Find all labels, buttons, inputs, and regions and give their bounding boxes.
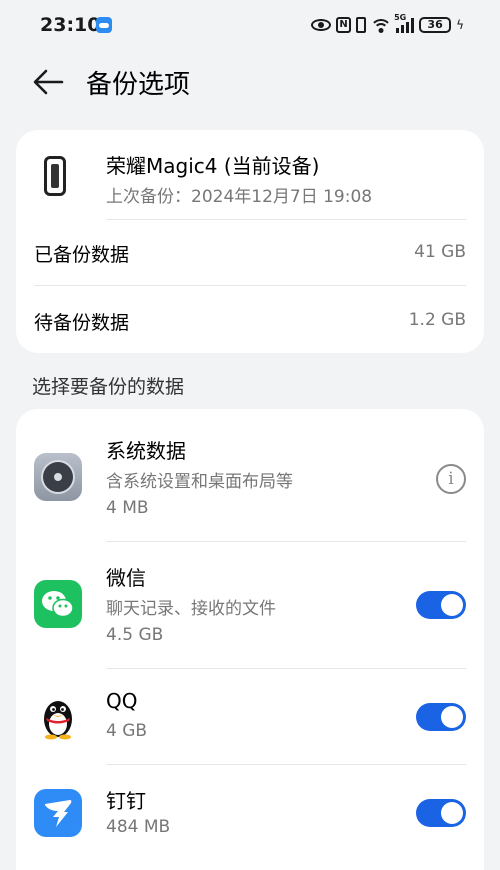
pending-value: 1.2 GB — [408, 310, 466, 330]
screen: 23:10 N 5G 36 ϟ 备份选项 荣耀Magic4 (当前设备) 上次备… — [0, 0, 500, 870]
app-size: 4.5 GB — [106, 625, 164, 645]
wechat-backup-toggle[interactable] — [416, 591, 466, 619]
battery-icon: 36 — [419, 17, 452, 33]
pending-data-row: 待备份数据 1.2 GB — [16, 288, 484, 354]
pending-label: 待备份数据 — [34, 312, 130, 334]
divider — [34, 285, 466, 286]
last-backup-time: 上次备份：2024年12月7日 19:08 — [106, 187, 373, 207]
page-title: 备份选项 — [86, 70, 191, 100]
back-arrow-icon[interactable] — [32, 68, 64, 96]
network-type-label: 5G — [394, 13, 407, 22]
vibrate-icon — [356, 17, 367, 33]
app-size: 4 MB — [106, 498, 149, 518]
qq-penguin-icon — [44, 701, 72, 740]
wifi-icon — [371, 17, 392, 33]
status-time: 23:10 — [40, 14, 101, 36]
backed-up-value: 41 GB — [414, 242, 466, 262]
app-size: 484 MB — [106, 817, 171, 837]
apps-card: 系统数据 含系统设置和桌面布局等 4 MB i 微信 聊天记录、接收的文件 4.… — [16, 409, 484, 870]
app-description: 含系统设置和桌面布局等 — [106, 472, 293, 492]
app-name: 系统数据 — [106, 439, 186, 463]
nfc-icon: N — [336, 17, 352, 33]
app-name: 钉钉 — [106, 789, 146, 813]
list-item-qq: QQ 4 GB — [16, 669, 484, 764]
qq-backup-toggle[interactable] — [416, 703, 466, 731]
section-title: 选择要备份的数据 — [32, 376, 185, 398]
dingtalk-backup-toggle[interactable] — [416, 799, 466, 827]
charging-icon: ϟ — [456, 18, 464, 32]
phone-icon — [44, 156, 66, 196]
backed-up-label: 已备份数据 — [34, 244, 130, 266]
list-item-dingtalk: 钉钉 484 MB — [16, 765, 484, 865]
app-description: 聊天记录、接收的文件 — [106, 599, 276, 619]
app-size: 4 GB — [106, 721, 148, 741]
header: 备份选项 — [0, 56, 500, 108]
list-item-system-data[interactable]: 系统数据 含系统设置和桌面布局等 4 MB i — [16, 409, 484, 541]
eye-comfort-icon — [311, 19, 332, 31]
app-name: QQ — [106, 689, 138, 713]
list-item-wechat: 微信 聊天记录、接收的文件 4.5 GB — [16, 542, 484, 668]
cellular-signal-icon: 5G — [394, 13, 415, 33]
settings-gear-icon — [34, 453, 82, 501]
backed-up-data-row: 已备份数据 41 GB — [16, 220, 484, 286]
info-icon[interactable]: i — [436, 464, 466, 494]
status-bar: 23:10 N 5G 36 ϟ — [0, 0, 500, 52]
notification-app-icon — [96, 17, 112, 33]
dingtalk-icon — [34, 789, 82, 837]
status-icons: N 5G 36 ϟ — [311, 13, 464, 37]
app-name: 微信 — [106, 566, 146, 590]
device-name: 荣耀Magic4 (当前设备) — [106, 154, 320, 178]
wechat-icon — [34, 580, 82, 628]
device-card: 荣耀Magic4 (当前设备) 上次备份：2024年12月7日 19:08 已备… — [16, 130, 484, 353]
